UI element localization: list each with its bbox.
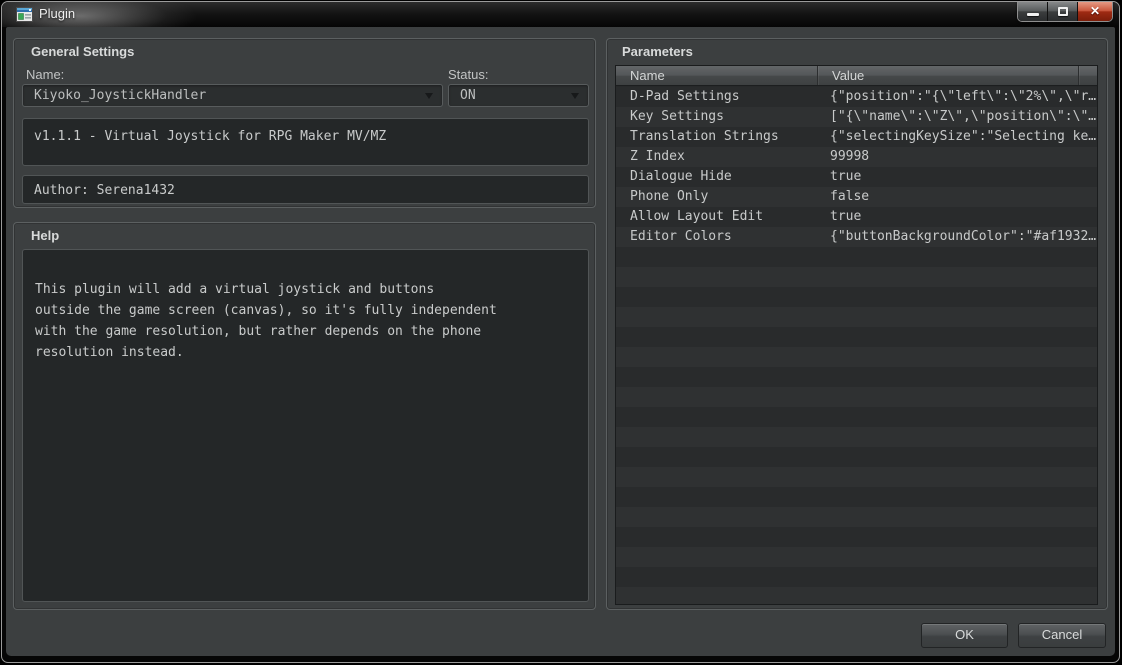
param-value: ["{\"name\":\"Z\",\"position\":\"… — [818, 107, 1097, 127]
param-value: 99998 — [818, 147, 1097, 167]
parameters-title: Parameters — [622, 44, 693, 59]
help-text-area[interactable]: This plugin will add a virtual joystick … — [22, 249, 589, 602]
help-group: Help This plugin will add a virtual joys… — [13, 222, 596, 610]
cancel-button[interactable]: Cancel — [1018, 623, 1106, 648]
param-name: Translation Strings — [616, 127, 818, 147]
plugin-name-dropdown[interactable]: Kiyoko_JoystickHandler — [22, 84, 443, 107]
name-label: Name: — [26, 67, 64, 82]
table-row[interactable]: Dialogue Hide true — [616, 167, 1097, 187]
table-row[interactable]: D-Pad Settings {"position":"{\"left\":\"… — [616, 87, 1097, 107]
plugin-dialog: General Settings Name: Kiyoko_JoystickHa… — [6, 27, 1115, 656]
window-title: Plugin — [39, 6, 75, 21]
param-name: Dialogue Hide — [616, 167, 818, 187]
plugin-author: Author: Serena1432 — [34, 183, 175, 198]
param-value: {"buttonBackgroundColor":"#af1932… — [818, 227, 1097, 247]
param-value: {"selectingKeySize":"Selecting ke… — [818, 127, 1097, 147]
table-row[interactable]: Allow Layout Edit true — [616, 207, 1097, 227]
maximize-icon — [1058, 7, 1068, 16]
general-settings-title: General Settings — [31, 44, 134, 59]
parameters-table-body: D-Pad Settings {"position":"{\"left\":\"… — [616, 87, 1097, 604]
param-name: Editor Colors — [616, 227, 818, 247]
help-text: This plugin will add a virtual joystick … — [35, 282, 497, 360]
param-name: Z Index — [616, 147, 818, 167]
parameters-table-header: Name Value — [616, 66, 1097, 86]
column-header-filler — [1079, 66, 1097, 85]
param-value: true — [818, 207, 1097, 227]
plugin-name-value: Kiyoko_JoystickHandler — [23, 85, 442, 106]
table-row[interactable]: Key Settings ["{\"name\":\"Z\",\"positio… — [616, 107, 1097, 127]
help-title: Help — [31, 228, 59, 243]
plugin-window: Plugin ✕ General Settings Name: Kiyoko_J… — [1, 1, 1120, 663]
ok-button[interactable]: OK — [921, 623, 1008, 648]
title-bar[interactable]: Plugin ✕ — [2, 2, 1119, 27]
param-value: false — [818, 187, 1097, 207]
param-value: true — [818, 167, 1097, 187]
param-name: Phone Only — [616, 187, 818, 207]
table-row[interactable]: Z Index 99998 — [616, 147, 1097, 167]
param-name: Key Settings — [616, 107, 818, 127]
table-row[interactable]: Translation Strings {"selectingKeySize":… — [616, 127, 1097, 147]
param-value: {"position":"{\"left\":\"2%\",\"r… — [818, 87, 1097, 107]
plugin-description-box: v1.1.1 - Virtual Joystick for RPG Maker … — [22, 118, 589, 166]
maximize-button[interactable] — [1048, 2, 1078, 21]
minimize-button[interactable] — [1018, 2, 1048, 21]
table-row[interactable]: Editor Colors {"buttonBackgroundColor":"… — [616, 227, 1097, 247]
window-controls: ✕ — [1017, 2, 1113, 22]
chevron-down-icon — [425, 93, 433, 99]
close-button[interactable]: ✕ — [1078, 2, 1112, 21]
status-label: Status: — [448, 67, 488, 82]
app-icon — [16, 7, 33, 22]
status-dropdown[interactable]: ON — [448, 84, 589, 107]
parameters-table: Name Value D-Pad Settings {"position":"{… — [615, 65, 1098, 605]
plugin-description: v1.1.1 - Virtual Joystick for RPG Maker … — [34, 129, 386, 144]
status-value: ON — [449, 85, 588, 106]
table-row[interactable]: Phone Only false — [616, 187, 1097, 207]
column-header-value[interactable]: Value — [818, 66, 1079, 85]
column-header-name[interactable]: Name — [616, 66, 818, 85]
param-name: Allow Layout Edit — [616, 207, 818, 227]
chevron-down-icon — [571, 93, 579, 99]
close-icon: ✕ — [1078, 4, 1112, 18]
minimize-icon — [1027, 13, 1039, 16]
general-settings-group: General Settings Name: Kiyoko_JoystickHa… — [13, 38, 596, 208]
parameters-group: Parameters Name Value D-Pad Settings {"p… — [606, 38, 1108, 610]
param-name: D-Pad Settings — [616, 87, 818, 107]
plugin-author-box: Author: Serena1432 — [22, 175, 589, 204]
